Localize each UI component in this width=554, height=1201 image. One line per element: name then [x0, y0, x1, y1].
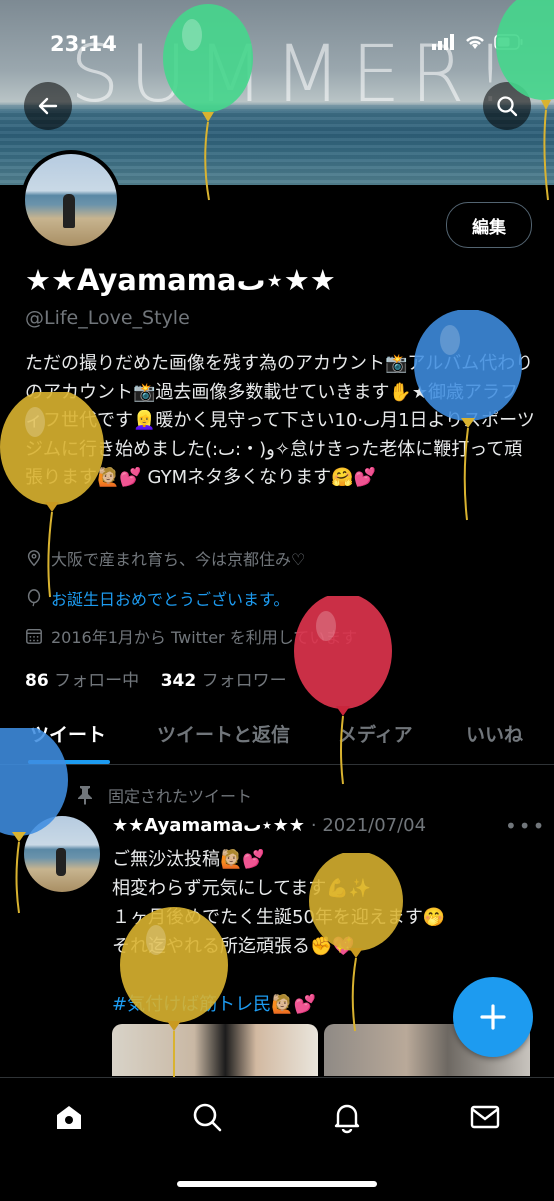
tweet-line: 相変わらず元気にしてます💪✨: [112, 878, 372, 899]
tab-media[interactable]: メディア: [338, 720, 413, 747]
profile-joined: 2016年1月から Twitter を利用しています: [25, 624, 357, 648]
search-button[interactable]: [483, 82, 531, 130]
profile-bio: ただの撮りだめた画像を残す為のアカウント📸アルバム代わりのアカウント📸過去画像多…: [25, 353, 535, 488]
status-bar: 23:14: [0, 30, 554, 60]
signal-icon: [432, 34, 454, 50]
compose-icon: [480, 1004, 506, 1030]
tweet-date[interactable]: · 2021/07/04: [311, 815, 426, 836]
tweet-author[interactable]: ★★Ayamamaٮ⋆★★: [112, 815, 305, 836]
profile-location: 大阪で産まれ育ち、今は京都住み♡: [25, 546, 305, 570]
follow-stats: 86 フォロー中 342 フォロワー: [25, 666, 287, 691]
following-count: 86: [25, 671, 49, 691]
followers-link[interactable]: 342 フォロワー: [161, 671, 287, 691]
followers-label: フォロワー: [201, 671, 287, 691]
tweet-avatar[interactable]: [24, 816, 100, 892]
avatar-photo: [25, 154, 117, 246]
tab-likes[interactable]: いいね: [466, 720, 523, 747]
home-icon[interactable]: [52, 1100, 86, 1134]
back-button[interactable]: [24, 82, 72, 130]
notifications-icon[interactable]: [330, 1100, 364, 1134]
calendar-icon: [26, 628, 42, 644]
tab-tweets-replies[interactable]: ツイートと返信: [157, 720, 290, 747]
profile-birthday: お誕生日おめでとうございます。: [25, 586, 289, 610]
birthday-text[interactable]: お誕生日おめでとうございます。: [51, 586, 289, 610]
pinned-text: 固定されたツイート: [108, 787, 253, 806]
home-indicator[interactable]: [177, 1181, 377, 1187]
compose-button[interactable]: [453, 977, 533, 1057]
profile-name: ★★Ayamamaٮ⋆★★: [25, 263, 336, 297]
wifi-icon: [466, 36, 484, 49]
balloon-icon: [27, 589, 41, 607]
pinned-label: 固定されたツイート: [76, 783, 252, 807]
followers-count: 342: [160, 671, 197, 691]
profile-avatar[interactable]: [21, 150, 121, 250]
profile-handle: @Life_Love_Style: [25, 307, 190, 329]
pin-icon: [78, 786, 92, 805]
back-arrow-icon: [38, 97, 58, 115]
edit-profile-button[interactable]: 編集: [446, 202, 532, 248]
tweet-line: １ヶ月後めでたく生誕50年を迎えます🤭: [112, 907, 446, 928]
profile-tabs: ツイート ツイートと返信 メディア いいね: [0, 712, 554, 765]
tweet-line: それ迄やれる所迄頑張る✊💖: [112, 936, 355, 957]
location-icon: [27, 550, 41, 567]
joined-text: 2016年1月から Twitter を利用しています: [51, 628, 358, 647]
tweet-header: ★★Ayamamaٮ⋆★★ · 2021/07/04: [112, 815, 426, 836]
following-label: フォロー中: [54, 671, 140, 691]
status-icons: [432, 34, 524, 50]
messages-icon[interactable]: [468, 1100, 502, 1134]
following-link[interactable]: 86 フォロー中: [25, 671, 139, 691]
battery-icon: [494, 34, 523, 50]
tweet-image-1[interactable]: [112, 1024, 318, 1076]
active-tab-indicator: [28, 760, 110, 764]
tweet-line: ご無沙汰投稿🙋🏼💕: [112, 849, 265, 870]
explore-icon[interactable]: [190, 1100, 224, 1134]
search-icon: [497, 96, 518, 117]
location-text: 大阪で産まれ育ち、今は京都住み♡: [51, 550, 306, 569]
more-icon[interactable]: •••: [505, 814, 546, 838]
tab-tweets[interactable]: ツイート: [30, 720, 106, 747]
status-time: 23:14: [50, 32, 117, 56]
